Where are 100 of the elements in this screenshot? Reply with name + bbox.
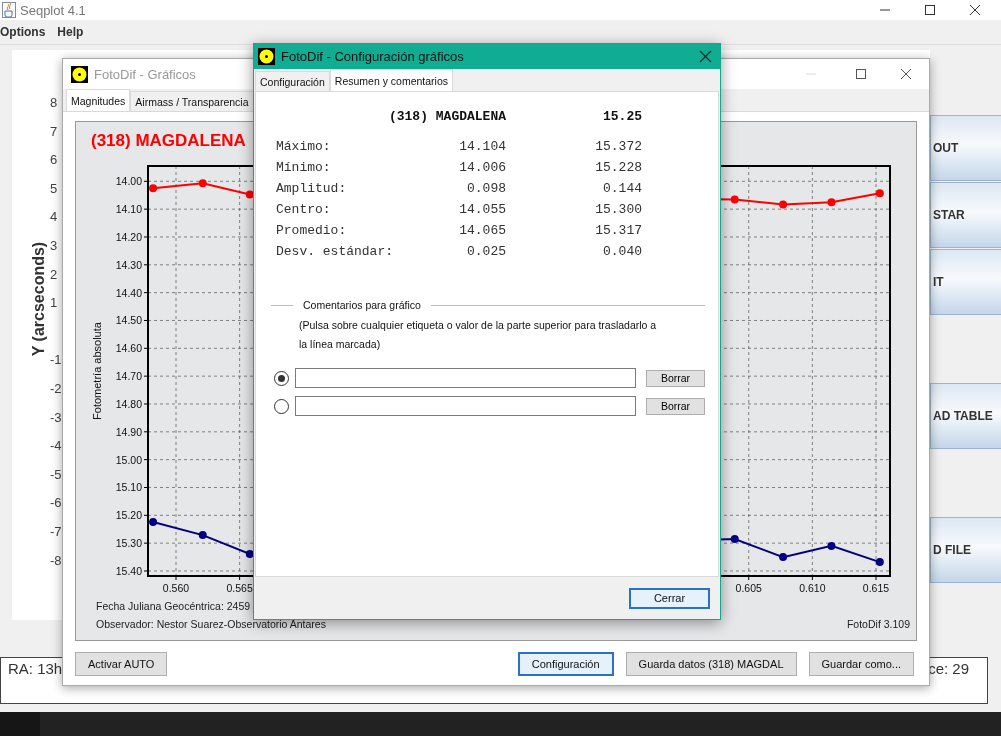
axis-tick-label: 8 xyxy=(50,95,58,110)
stat-value: 15.228 xyxy=(594,159,642,177)
close-icon[interactable] xyxy=(968,3,982,17)
axis-tick-label: -4 xyxy=(50,438,62,453)
data-point xyxy=(149,518,158,526)
stat-value: 15.300 xyxy=(594,201,642,219)
side-button[interactable]: IT xyxy=(930,249,1001,315)
axis-tick-label: -2 xyxy=(50,381,62,396)
axis-tick-label: 3 xyxy=(50,238,58,253)
sun-icon xyxy=(258,48,275,65)
sun-icon xyxy=(71,65,88,83)
data-point xyxy=(875,189,884,198)
stat-value: 15.317 xyxy=(594,222,642,240)
data-point xyxy=(730,535,739,543)
data-point xyxy=(245,190,254,199)
radio-button[interactable] xyxy=(274,398,289,414)
close-button[interactable]: Cerrar xyxy=(629,587,710,609)
close-icon[interactable] xyxy=(899,67,913,81)
radio-button[interactable] xyxy=(274,370,289,386)
axis-title: Fotometría absoluta xyxy=(91,322,103,420)
stat-value: 14.055 xyxy=(458,201,506,219)
side-button[interactable]: AD TABLE xyxy=(930,383,1001,449)
tab[interactable]: Resumen y comentarios xyxy=(329,69,453,91)
side-button[interactable]: STAR xyxy=(930,182,1001,248)
stat-value: 15.372 xyxy=(594,138,642,156)
tab[interactable]: Airmass / Transparencia xyxy=(130,91,254,111)
axis-tick-label: 0.615 xyxy=(862,582,890,594)
stat-value: 14.104 xyxy=(458,138,506,156)
button[interactable]: Guardar como... xyxy=(808,652,914,676)
stat-label: Desv. estándar: xyxy=(276,243,395,261)
button[interactable]: Configuración xyxy=(517,652,614,676)
axis-tick-label: 1 xyxy=(50,295,58,310)
axis-tick-label: 15.00 xyxy=(115,453,142,466)
comment-field[interactable] xyxy=(295,368,636,388)
window-title: FotoDif - Configuración gráficos xyxy=(281,49,464,64)
data-point xyxy=(779,553,788,562)
window-title: FotoDif - Gráficos xyxy=(94,66,196,82)
version-label: FotoDif 3.109 xyxy=(846,617,910,632)
stat-label: Mínimo: xyxy=(276,159,332,177)
axis-title: Y (arcseconds) xyxy=(30,240,48,359)
axis-tick-label: 2 xyxy=(50,267,58,282)
menu-item[interactable]: Options xyxy=(0,25,58,39)
tab[interactable]: Configuración xyxy=(255,71,330,91)
axis-tick-label: 14.50 xyxy=(115,314,142,327)
axis-tick-label: 4 xyxy=(50,209,58,224)
menu-item[interactable]: Help xyxy=(57,25,96,39)
summary-value: 15.25 xyxy=(602,108,642,126)
stat-value: 14.006 xyxy=(458,159,506,177)
data-point xyxy=(779,200,788,209)
chart-title: (318) MAGDALENA xyxy=(90,130,246,152)
axis-tick-label: -5 xyxy=(50,467,62,482)
tab[interactable]: Magnitudes xyxy=(66,89,131,111)
maximize-icon[interactable] xyxy=(923,3,937,17)
axis-tick-label: 14.80 xyxy=(115,398,142,410)
button[interactable]: Guarda datos (318) MAGDAL xyxy=(625,652,797,676)
axis-tick-label: 14.10 xyxy=(115,203,142,216)
stat-value: 0.040 xyxy=(602,243,642,261)
stat-label: Centro: xyxy=(276,201,332,219)
help-text: (Pulsa sobre cualquier etiqueta o valor de la parte superior para trasladarlo a la línea marcada) xyxy=(299,318,658,352)
data-point xyxy=(149,184,158,193)
comment-field[interactable] xyxy=(295,396,636,416)
group-title: Comentarios para gráfico xyxy=(302,299,422,311)
axis-tick-label: 14.90 xyxy=(115,425,142,438)
axis-tick-label: 14.40 xyxy=(115,286,142,299)
axis-tick-label: 7 xyxy=(50,124,58,139)
axis-tick-label: -7 xyxy=(50,524,62,539)
button[interactable]: Activar AUTO xyxy=(75,652,168,676)
axis-tick-label: -6 xyxy=(50,495,62,510)
data-point xyxy=(245,550,254,558)
stat-value: 0.025 xyxy=(466,243,506,261)
axis-tick-label: 6 xyxy=(50,152,58,167)
axis-tick-label: 0.565 xyxy=(226,582,253,594)
data-point xyxy=(198,179,207,188)
axis-tick-label: 14.60 xyxy=(115,342,142,355)
side-button[interactable]: D FILE xyxy=(930,517,1001,583)
axis-tick-label: 0.560 xyxy=(162,582,190,594)
date-label: Fecha Juliana Geocéntrica: 2459 xyxy=(96,599,251,614)
stat-label: Amplitud: xyxy=(276,180,348,198)
axis-tick-label: 15.30 xyxy=(115,537,142,550)
data-point xyxy=(827,198,836,207)
data-point xyxy=(730,195,739,204)
data-point xyxy=(827,541,836,550)
maximize-icon[interactable] xyxy=(854,67,868,81)
axis-tick-label: 14.70 xyxy=(115,370,142,383)
stat-value: 0.144 xyxy=(602,180,642,198)
clear-button[interactable]: Borrar xyxy=(646,369,705,387)
close-icon[interactable] xyxy=(699,50,712,63)
stat-value: 14.065 xyxy=(458,222,506,240)
stat-label: Promedio: xyxy=(276,222,348,240)
axis-tick-label: -1 xyxy=(50,352,62,367)
data-point xyxy=(198,531,207,540)
axis-tick-label: -8 xyxy=(50,553,62,568)
clear-button[interactable]: Borrar xyxy=(646,397,705,415)
side-button[interactable]: OUT xyxy=(930,115,1001,181)
axis-tick-label: 14.30 xyxy=(115,258,142,271)
axis-tick-label: -3 xyxy=(50,410,62,425)
axis-tick-label: 0.605 xyxy=(735,582,762,594)
observer-label: Observador: Nestor Suarez-Observatorio Antares xyxy=(96,617,326,632)
axis-tick-label: 15.40 xyxy=(115,565,142,577)
data-point xyxy=(875,558,884,567)
